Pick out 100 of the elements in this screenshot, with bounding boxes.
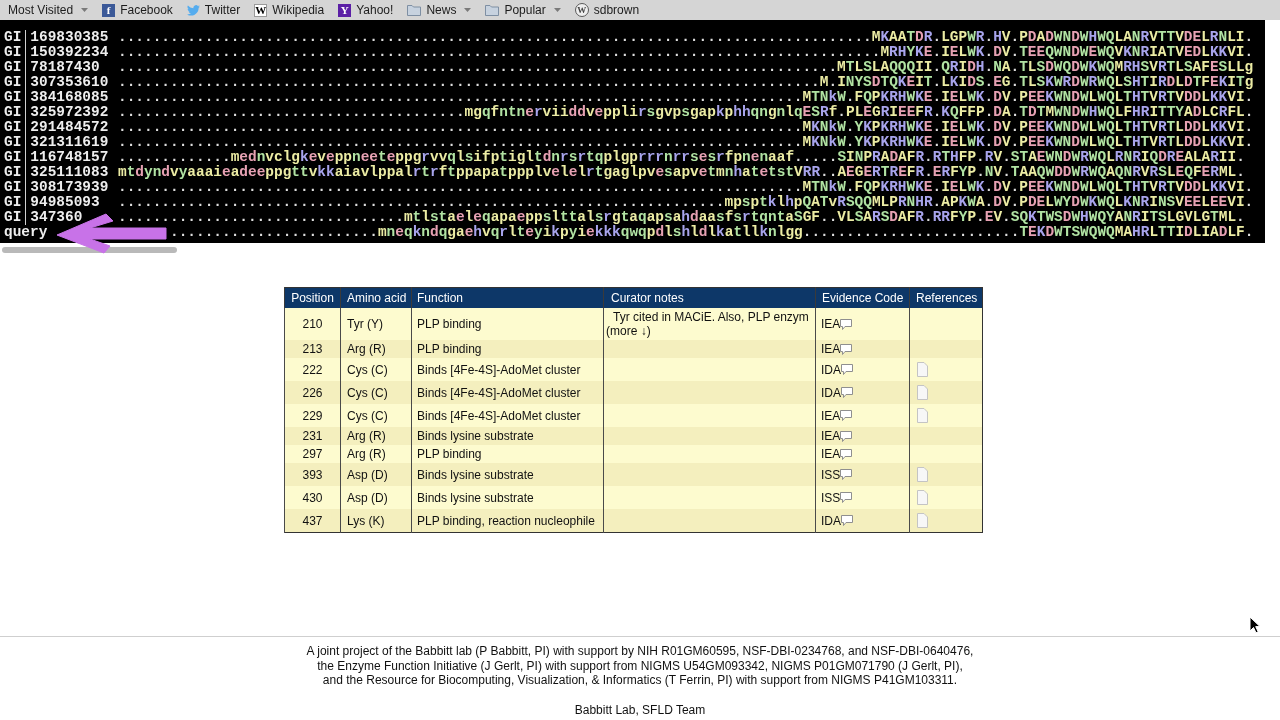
speech-bubble-icon[interactable]: [840, 430, 853, 442]
function-text: Binds [4Fe-4S]-AdoMet cluster: [417, 362, 581, 377]
evidence-code: IEA: [821, 317, 841, 331]
position-number: 231: [302, 429, 323, 443]
sequence-text: ...............................................................................MKNkW.YKPKRHWKE.IELWK.DV.PEEKWNDWLWQLTHTVRTLDDLKKVI.: [118, 120, 1254, 135]
position-number: 222: [302, 362, 323, 377]
bookmark-link[interactable]: Twitter: [186, 3, 241, 17]
accession-number: 325972392: [30, 105, 109, 120]
sequence-text: .................................................................................M.INYSDTQKEIT.LKIDS.EG.TLSKWRDWRWQLSHTIRDLDTFEKITg: [118, 75, 1254, 90]
accession-number: 291484572: [30, 120, 109, 135]
bookmark-link[interactable]: News: [407, 3, 472, 17]
caret-icon: [464, 8, 472, 12]
column-header: Function: [417, 291, 464, 305]
position-number: 213: [302, 342, 323, 356]
evidence-code: IEA: [821, 408, 841, 423]
accession-number: 384168085: [30, 90, 109, 105]
position-number: 297: [302, 447, 323, 461]
position-number: 430: [302, 490, 323, 505]
sequence-text: .............mednvclgkeveppneeteppgrvvqlsifptigltdnrsrtqplgprrrnrrsesrfpnenaaf.....SINPRADAFR.RTHFP.RV.STAEWNDWRWQLRNRIQDREALARII.: [118, 150, 1245, 165]
function-text: PLP binding, reaction nucleophile: [417, 513, 595, 528]
position-number: 437: [302, 513, 323, 528]
evidence-code: ISS: [821, 490, 841, 505]
speech-bubble-icon[interactable]: [840, 410, 853, 421]
scrollbar-thumb[interactable]: [2, 247, 177, 253]
caret-icon: [553, 8, 561, 12]
document-icon[interactable]: [917, 362, 928, 377]
letter-tile-icon: Y: [338, 3, 352, 17]
more-link[interactable]: (more ↓): [606, 324, 651, 338]
speech-bubble-icon[interactable]: [841, 364, 853, 375]
database-label: GI: [4, 210, 22, 225]
function-text: Binds lysine substrate: [417, 490, 534, 505]
evidence-code: ISS: [821, 467, 841, 482]
curator-note: Tyr cited in MACiE. Also, PLP enzym: [612, 310, 810, 324]
amino-acid-name: Asp (D): [347, 467, 388, 482]
function-text: Binds lysine substrate: [417, 467, 534, 482]
function-text: Binds [4Fe-4S]-AdoMet cluster: [417, 408, 581, 423]
column-header: Evidence Code: [822, 291, 904, 305]
speech-bubble-icon[interactable]: [841, 515, 853, 526]
database-label: GI: [4, 30, 22, 45]
speech-bubble-icon[interactable]: [840, 448, 853, 460]
accession-number: 150392234: [30, 45, 109, 60]
sequence-text: ........................................................................................MRHYKE.IELWK.DV.TEEQWNDWEWQVKNRIATVEDLKKVI.: [118, 45, 1254, 60]
database-label: GI: [4, 105, 22, 120]
bookmark-link[interactable]: f Facebook: [102, 3, 173, 17]
evidence-code: IDA: [821, 362, 841, 377]
database-label: GI: [4, 45, 22, 60]
amino-acid-name: Cys (C): [347, 362, 388, 377]
speech-bubble-icon[interactable]: [840, 343, 853, 355]
document-icon[interactable]: [917, 408, 928, 423]
database-label: GI: [4, 165, 22, 180]
amino-acid-name: Asp (D): [347, 490, 388, 505]
database-label: GI: [4, 150, 22, 165]
bookmark-link[interactable]: Popular: [485, 3, 561, 17]
document-icon[interactable]: [917, 513, 928, 528]
mouse-pointer-icon: [1249, 616, 1261, 634]
database-label: GI: [4, 120, 22, 135]
document-icon[interactable]: [917, 467, 928, 482]
bookmark-link[interactable]: W sdbrown: [574, 3, 640, 17]
position-number: 393: [302, 467, 323, 482]
amino-acid-name: Arg (R): [347, 342, 386, 356]
position-number: 210: [302, 317, 323, 331]
document-icon[interactable]: [917, 490, 928, 505]
letter-tile-icon: W: [254, 3, 268, 17]
database-label: GI: [4, 60, 22, 75]
sequence-text: ........................mneqkndqgaehvqrlteyikpyiekkkqwqpdlshldlkatllknlgg.........................TEKDWTSWQWQMAHRLTTIDLIADLF.: [170, 225, 1254, 240]
document-icon[interactable]: [917, 385, 928, 400]
speech-bubble-icon[interactable]: [840, 469, 853, 480]
folder-icon: [407, 4, 422, 16]
column-header: References: [916, 291, 978, 305]
speech-bubble-icon[interactable]: [840, 492, 853, 503]
speech-bubble-icon[interactable]: [840, 318, 853, 330]
database-label: GI: [4, 135, 22, 150]
bookmark-link[interactable]: Most Visited: [8, 3, 89, 17]
evidence-code: IEA: [821, 447, 841, 461]
accession-number: 321311619: [30, 135, 109, 150]
sequence-text: ...............................................................................MTNkW.FQPKRHWKE.IELWK.DV.PEEKWNDWLWQLTHTVRTVDDLKKVI.: [118, 180, 1254, 195]
function-text: PLP binding: [417, 317, 482, 331]
function-text: PLP binding: [417, 447, 482, 461]
amino-acid-name: Cys (C): [347, 408, 388, 423]
column-header: Curator notes: [611, 291, 684, 305]
speech-bubble-icon[interactable]: [841, 387, 853, 398]
bookmark-link[interactable]: W Wikipedia: [254, 3, 325, 17]
query-label: query: [4, 225, 48, 240]
position-number: 229: [302, 408, 323, 423]
function-text: Binds [4Fe-4S]-AdoMet cluster: [417, 385, 581, 400]
accession-number: 308173939: [30, 180, 109, 195]
bird-icon: [186, 4, 200, 16]
letter-tile-icon: f: [102, 3, 116, 17]
evidence-code: IDA: [821, 385, 841, 400]
amino-acid-name: Tyr (Y): [347, 317, 383, 331]
accession-number: 325111083: [30, 165, 109, 180]
sequence-text: ........................................mgqfntnerviiddvepplirsgvpsgapkphhqngnlqESRf.PLEGRIEEFR.KQFFP.DA.TDTMWNDWHWQLFHRITTYADLCRFL.: [118, 105, 1254, 120]
position-number: 226: [302, 385, 323, 400]
accession-number: 78187430: [30, 60, 100, 75]
bookmark-link[interactable]: Y Yahoo!: [338, 3, 394, 17]
caret-icon: [81, 8, 89, 12]
function-text: PLP binding: [417, 342, 482, 356]
sequence-text: ......................................................................mpsptklhpQATvRSQQMLPRNHR.APKWA.DV.PDELWYDWKWQLKNRINSVEELEEVI.: [118, 195, 1254, 210]
function-text: Binds lysine substrate: [417, 429, 534, 443]
funding-statement: A joint project of the Babbitt lab (P Babbitt, PI) with support by NIH R01GM60595, NSF-DBI-0234768, and NSF-DBI-0640476, the Enzyme Function Initiative (J Gerlt, PI) with support from NIGMS U54GM093342, NIGMS P01GM071790 (J Gerlt, PI), and the Resource for Biocomputing, Visualization, & Informatics (T Ferrin, PI) with support from NIGMS P41GM103311.: [306, 644, 974, 688]
